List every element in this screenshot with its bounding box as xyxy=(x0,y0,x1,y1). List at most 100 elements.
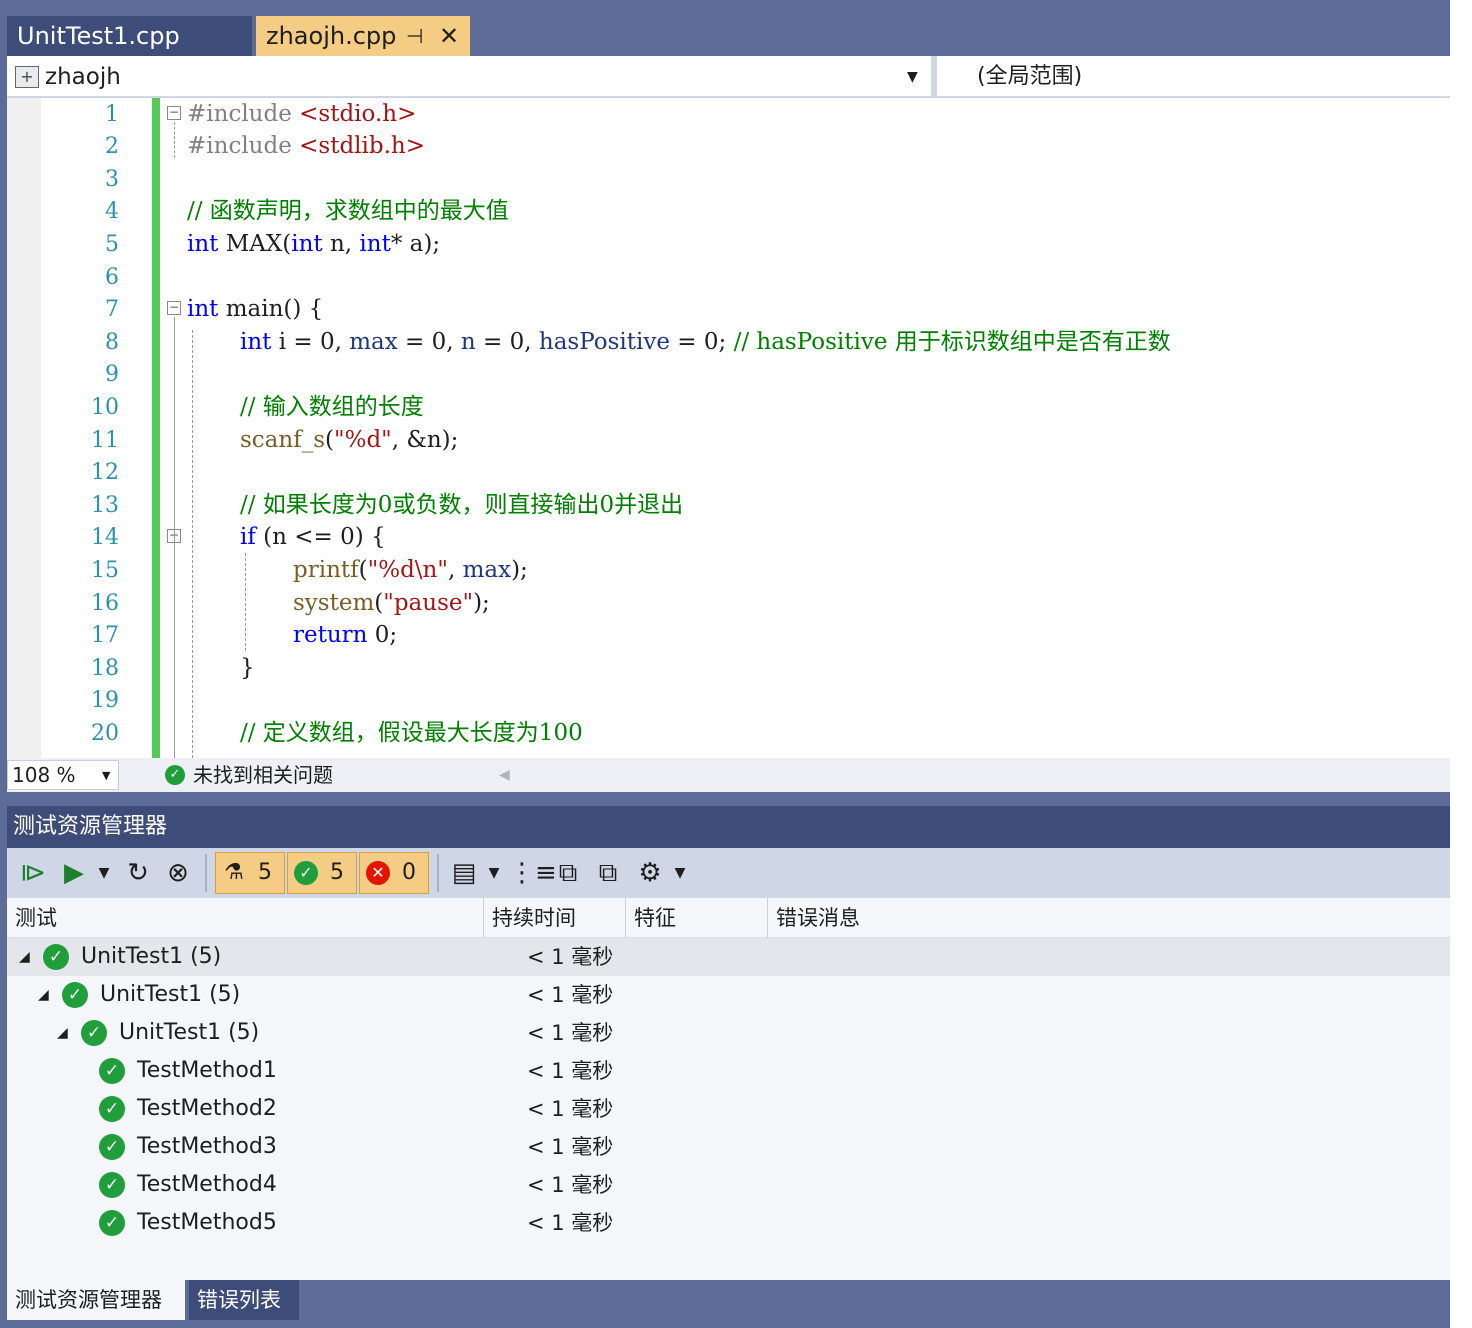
line-number: 9 xyxy=(105,362,119,387)
test-tree-row[interactable]: ◢ ✓ UnitTest1 (5) < 1 毫秒 xyxy=(7,976,1450,1014)
test-duration: < 1 毫秒 xyxy=(527,1059,614,1083)
run-icon[interactable]: ▶ xyxy=(59,856,89,890)
chevron-down-icon: ▼ xyxy=(102,769,111,782)
scope-dropdown[interactable]: (全局范围) xyxy=(977,60,1082,94)
code-line-16: system("pause"); xyxy=(293,590,490,616)
zoom-dropdown[interactable]: 108 % ▼ xyxy=(7,760,119,790)
code-line-5: int MAX(int n, int* a); xyxy=(187,231,441,257)
project-icon: + xyxy=(15,66,39,88)
code-line-11: scanf_s("%d", &n); xyxy=(240,427,459,453)
line-number: 20 xyxy=(91,721,119,746)
test-duration: < 1 毫秒 xyxy=(527,1097,614,1121)
test-name: UnitTest1 (5) xyxy=(119,1020,260,1045)
expand-arrow-icon[interactable]: ◢ xyxy=(19,938,30,976)
window-frame-right xyxy=(1450,0,1472,1328)
line-number: 13 xyxy=(91,493,119,518)
collapse-all-icon[interactable]: ⧉ xyxy=(591,856,625,890)
total-count: 5 xyxy=(258,860,272,885)
toolbar-separator xyxy=(205,854,207,892)
test-tree-row[interactable]: ✓ TestMethod3 < 1 毫秒 xyxy=(7,1128,1450,1166)
code-text[interactable]: #include <stdio.h> #include <stdlib.h> /… xyxy=(187,98,1447,758)
code-line-8: int i = 0, max = 0, n = 0, hasPositive =… xyxy=(240,329,1171,355)
passed-tests-filter[interactable]: ✓ 5 xyxy=(287,852,357,894)
group-by-icon[interactable]: ⋮≡ xyxy=(509,856,557,890)
tab-error-list[interactable]: 错误列表 xyxy=(189,1280,299,1320)
cancel-run-icon[interactable]: ⊗ xyxy=(161,856,195,890)
failed-tests-filter[interactable]: ✕ 0 xyxy=(359,852,429,894)
line-number: 2 xyxy=(105,134,119,159)
tab-test-explorer[interactable]: 测试资源管理器 xyxy=(7,1280,185,1320)
gear-icon[interactable]: ⚙ xyxy=(633,856,667,890)
line-number: 5 xyxy=(105,232,119,257)
test-explorer-toolbar: ⧐ ▶ ▼ ↻ ⊗ ⚗ 5 ✓ 5 ✕ 0 ▤ ▼ ⋮≡ ⧉ ⧉ ⚙ ▼ xyxy=(7,848,1450,898)
expand-all-icon[interactable]: ⧉ xyxy=(551,856,585,890)
collapse-icon[interactable]: − xyxy=(167,106,181,120)
check-circle-icon: ✓ xyxy=(99,1134,125,1160)
repeat-run-icon[interactable]: ↻ xyxy=(121,856,155,890)
column-header-traits[interactable]: 特征 xyxy=(625,898,767,938)
run-all-icon[interactable]: ⧐ xyxy=(17,856,49,890)
chevron-down-icon[interactable]: ▼ xyxy=(669,856,691,890)
project-dropdown[interactable]: + zhaojh ▼ xyxy=(11,60,929,92)
fold-guide xyxy=(174,317,175,758)
line-number: 15 xyxy=(91,558,119,583)
code-line-10: // 输入数组的长度 xyxy=(240,394,424,420)
test-tree: ◢ ✓ UnitTest1 (5) < 1 毫秒 ◢ ✓ UnitTest1 (… xyxy=(7,938,1450,1280)
code-line-13: // 如果长度为0或负数，则直接输出0并退出 xyxy=(240,492,684,518)
toolbar-separator xyxy=(437,854,439,892)
chevron-down-icon[interactable]: ▼ xyxy=(907,60,918,94)
project-dropdown-label: zhaojh xyxy=(45,64,121,90)
chevron-down-icon[interactable]: ▼ xyxy=(93,856,115,890)
test-name: TestMethod3 xyxy=(137,1134,277,1159)
tab-label: zhaojh.cpp xyxy=(266,22,397,50)
test-tree-row[interactable]: ◢ ✓ UnitTest1 (5) < 1 毫秒 xyxy=(7,1014,1450,1052)
issues-status[interactable]: 未找到相关问题 xyxy=(193,758,333,792)
test-explorer-header: 测试资源管理器 xyxy=(7,806,1450,848)
tab-unittest1-cpp[interactable]: UnitTest1.cpp xyxy=(7,16,252,56)
column-header-test[interactable]: 测试 xyxy=(7,898,483,938)
test-tree-row[interactable]: ◢ ✓ UnitTest1 (5) < 1 毫秒 xyxy=(7,938,1450,976)
expand-arrow-icon[interactable]: ◢ xyxy=(57,1014,68,1052)
expand-arrow-icon[interactable]: ◢ xyxy=(38,976,49,1014)
code-line-17: return 0; xyxy=(293,622,398,648)
window-frame-left xyxy=(0,0,7,1328)
check-circle-icon: ✓ xyxy=(99,1210,125,1236)
test-tree-row[interactable]: ✓ TestMethod4 < 1 毫秒 xyxy=(7,1166,1450,1204)
line-number: 3 xyxy=(105,167,119,192)
close-icon[interactable]: ✕ xyxy=(439,16,459,56)
test-duration: < 1 毫秒 xyxy=(527,983,614,1007)
tab-zhaojh-cpp[interactable]: zhaojh.cpp ⊣ ✕ xyxy=(256,16,470,56)
code-line-14: if (n <= 0) { xyxy=(240,524,386,550)
zoom-value: 108 % xyxy=(12,763,76,787)
code-line-7: int main() { xyxy=(187,296,324,322)
total-tests-filter[interactable]: ⚗ 5 xyxy=(215,852,285,894)
test-name: TestMethod1 xyxy=(137,1058,277,1083)
check-circle-icon: ✓ xyxy=(99,1096,125,1122)
line-number: 14 xyxy=(91,525,119,550)
playlist-icon[interactable]: ▤ xyxy=(447,856,481,890)
line-number: 10 xyxy=(91,395,119,420)
scroll-left-icon[interactable]: ◀ xyxy=(499,758,510,792)
test-name: UnitTest1 (5) xyxy=(100,982,241,1007)
code-line-2: #include <stdlib.h> xyxy=(187,133,426,159)
code-line-20: // 定义数组，假设最大长度为100 xyxy=(240,720,583,746)
test-duration: < 1 毫秒 xyxy=(527,945,614,969)
column-header-duration[interactable]: 持续时间 xyxy=(483,898,625,938)
code-editor[interactable]: 1 2 3 4 5 6 7 8 9 10 11 12 13 14 15 16 1… xyxy=(7,98,1450,758)
line-number: 19 xyxy=(91,688,119,713)
pin-icon[interactable]: ⊣ xyxy=(406,16,423,56)
code-line-15: printf("%d\n", max); xyxy=(293,557,528,583)
line-number: 8 xyxy=(105,330,119,355)
navbar-separator xyxy=(931,56,937,96)
test-duration: < 1 毫秒 xyxy=(527,1135,614,1159)
test-tree-row[interactable]: ✓ TestMethod1 < 1 毫秒 xyxy=(7,1052,1450,1090)
line-number: 18 xyxy=(91,656,119,681)
panel-divider[interactable] xyxy=(7,792,1450,806)
chevron-down-icon[interactable]: ▼ xyxy=(483,856,505,890)
test-tree-row[interactable]: ✓ TestMethod2 < 1 毫秒 xyxy=(7,1090,1450,1128)
column-header-error-message[interactable]: 错误消息 xyxy=(767,898,1450,938)
test-explorer-column-headers: 测试 持续时间 特征 错误消息 xyxy=(7,898,1450,938)
collapse-icon[interactable]: − xyxy=(167,301,181,315)
test-tree-row[interactable]: ✓ TestMethod5 < 1 毫秒 xyxy=(7,1204,1450,1242)
passed-count: 5 xyxy=(330,860,344,885)
